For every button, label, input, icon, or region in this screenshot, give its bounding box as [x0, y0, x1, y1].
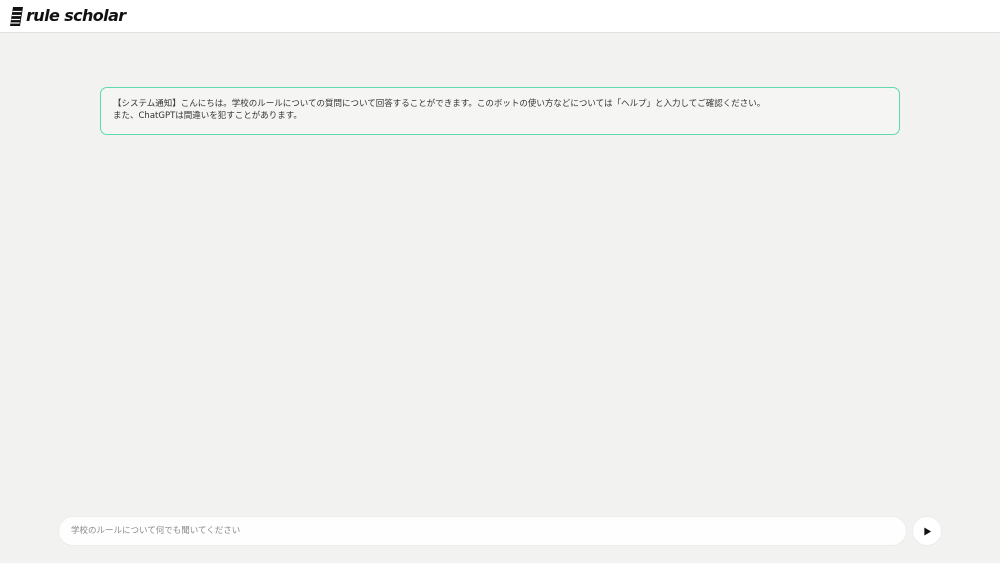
- logo-icon: [10, 6, 23, 26]
- notice-line-1: 【システム通知】こんにちは。学校のルールについての質問について回答することができ…: [113, 99, 766, 109]
- message-input[interactable]: [59, 517, 906, 545]
- play-icon: [923, 526, 931, 536]
- logo-text: rule scholar: [26, 6, 126, 25]
- message-input-container: [58, 516, 907, 546]
- app-header: rule scholar: [0, 0, 1000, 33]
- notice-line-2: また、ChatGPTは間違いを犯すことがあります。: [113, 111, 302, 121]
- send-button[interactable]: [912, 516, 942, 546]
- logo[interactable]: rule scholar: [10, 6, 126, 26]
- system-notice: 【システム通知】こんにちは。学校のルールについての質問について回答することができ…: [100, 87, 900, 135]
